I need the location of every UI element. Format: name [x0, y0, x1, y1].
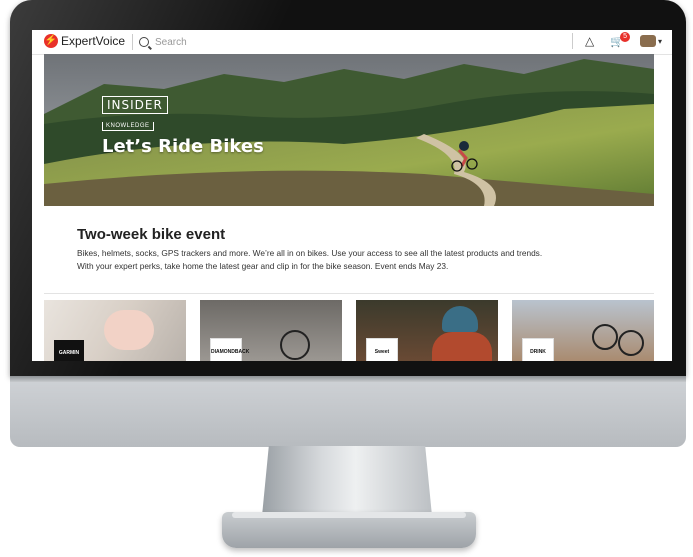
- insider-badge: INSIDER: [102, 96, 168, 114]
- event-description-line-2: With your expert perks, take home the la…: [77, 261, 449, 271]
- search-bar[interactable]: Search: [132, 34, 187, 50]
- screen: ⚡ ExpertVoice Search △ 🛒 5 ▾ INSIDER KNO…: [32, 30, 672, 361]
- product-card[interactable]: DIAMONDBACK: [200, 300, 342, 361]
- hero-banner[interactable]: INSIDER KNOWLEDGE Let’s Ride Bikes: [44, 54, 654, 206]
- product-card-row: GARMIN DIAMONDBACK Sweet Protection DRIN…: [44, 300, 664, 361]
- nav-actions: △ 🛒 5 ▾: [572, 31, 662, 49]
- search-input[interactable]: Search: [155, 37, 187, 48]
- section-divider: [44, 293, 654, 294]
- event-description-line-1: Bikes, helmets, socks, GPS trackers and …: [77, 248, 543, 258]
- bike-wheel-icon: [592, 324, 618, 350]
- logo-bolt-icon: ⚡: [44, 34, 58, 48]
- cart-count-badge: 5: [620, 31, 630, 42]
- monitor-chin-edge: [10, 376, 686, 382]
- hero-title: Let’s Ride Bikes: [102, 136, 264, 157]
- brand-logo: Sweet Protection: [366, 338, 398, 361]
- helmet-icon: [442, 306, 478, 332]
- bike-wheel-icon: [280, 330, 310, 360]
- knowledge-badge: KNOWLEDGE: [102, 122, 154, 131]
- event-title: Two-week bike event: [77, 226, 226, 243]
- rider-jersey: [432, 332, 492, 361]
- product-card[interactable]: DRINK COFFEE: [512, 300, 654, 361]
- brand-logo: DIAMONDBACK: [210, 338, 249, 361]
- bell-icon[interactable]: △: [585, 34, 594, 48]
- monitor-stand-neck: [262, 446, 432, 516]
- nav-divider: [572, 33, 574, 49]
- brand-logo: GARMIN: [54, 340, 84, 361]
- event-section: Two-week bike event Bikes, helmets, sock…: [77, 226, 637, 273]
- chevron-down-icon[interactable]: ▾: [658, 37, 662, 46]
- bike-wheel-icon: [618, 330, 644, 356]
- cart-icon[interactable]: 🛒 5: [610, 31, 630, 48]
- top-nav: ⚡ ExpertVoice Search △ 🛒 5 ▾: [32, 30, 672, 55]
- logo-text: ExpertVoice: [61, 34, 126, 48]
- product-card[interactable]: GARMIN: [44, 300, 186, 361]
- logo[interactable]: ⚡ ExpertVoice: [44, 34, 125, 48]
- brand-logo: DRINK COFFEE: [522, 338, 554, 361]
- monitor-chin: [10, 376, 686, 447]
- product-card[interactable]: Sweet Protection: [356, 300, 498, 361]
- insider-knowledge-logo: INSIDER KNOWLEDGE: [102, 96, 168, 132]
- avatar[interactable]: [639, 35, 656, 47]
- card-photo-detail: [104, 310, 154, 350]
- search-icon: [139, 37, 149, 47]
- monitor-stand-base-top: [232, 512, 466, 518]
